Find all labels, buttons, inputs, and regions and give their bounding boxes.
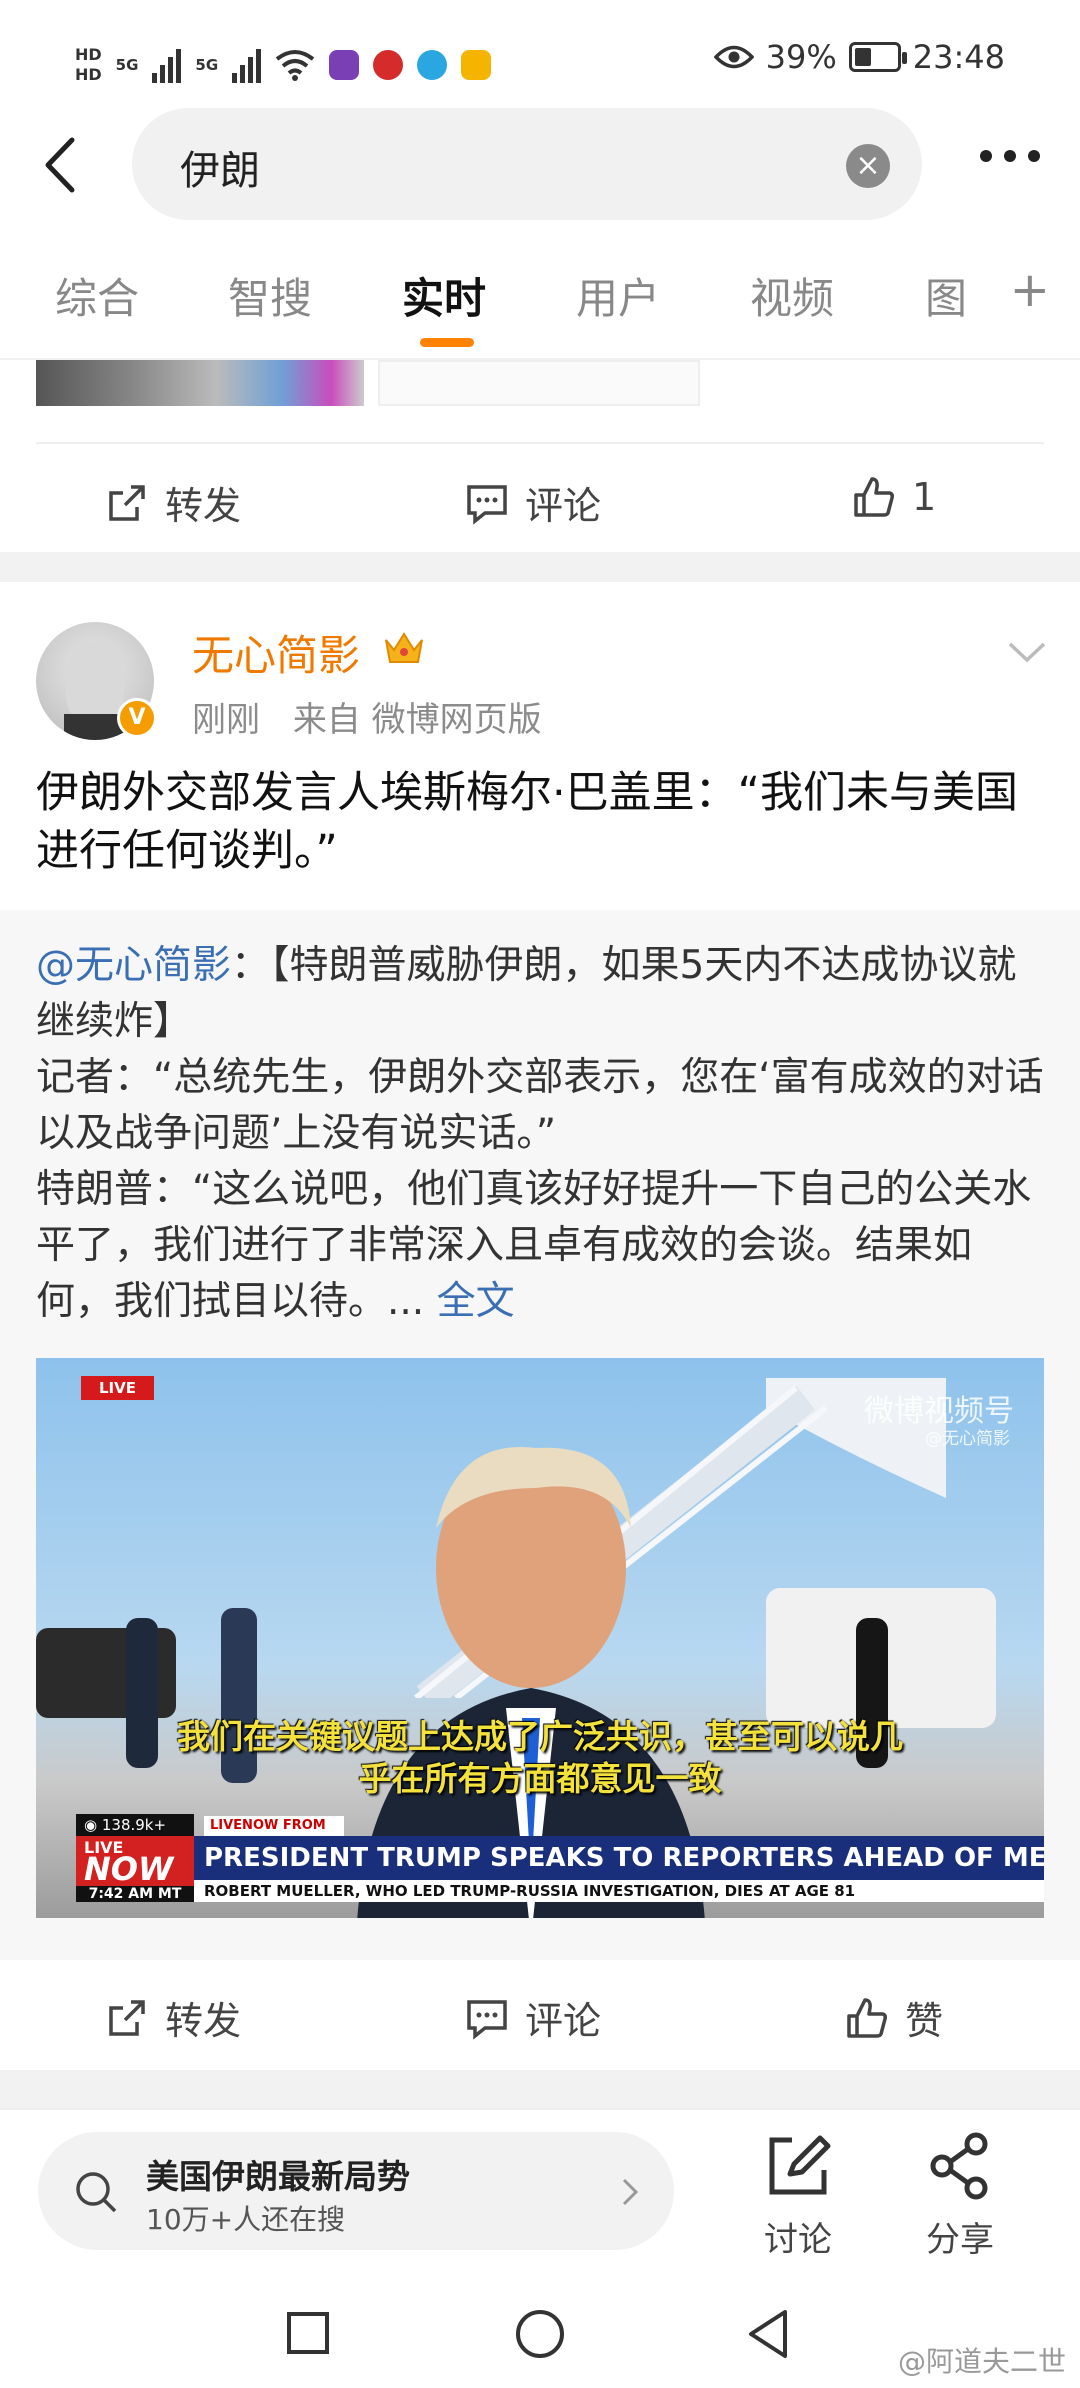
- verified-badge: V: [117, 698, 157, 738]
- recents-icon[interactable]: [285, 2310, 331, 2356]
- hot-search-title: 美国伊朗最新局势: [146, 2157, 410, 2196]
- post-source: 来自 微博网页版: [292, 700, 542, 740]
- quoted-post[interactable]: @无心简影：【特朗普威胁伊朗，如果5天内不达成协议就继续炸】 记者：“总统先生，…: [0, 910, 1080, 1960]
- repost-label: 转发: [165, 1999, 242, 2043]
- app-notification-icon: [329, 50, 360, 80]
- comment-label: 评论: [525, 1999, 602, 2043]
- search-input[interactable]: 伊朗 ×: [132, 108, 922, 220]
- bottom-bar: 美国伊朗最新局势 10万+人还在搜 讨论 分享: [0, 2108, 1080, 2278]
- tab-users[interactable]: 用户: [576, 265, 660, 326]
- live-now-now: NOW: [84, 1850, 174, 1888]
- discuss-label: 讨论: [764, 2220, 832, 2260]
- full-text-link[interactable]: 全文: [437, 1279, 515, 1324]
- watermark-credit: @阿道夫二世: [897, 2345, 1066, 2378]
- signal-icon: [232, 47, 262, 83]
- news-headline: PRESIDENT TRUMP SPEAKS TO REPORTERS AHEA…: [194, 1836, 1044, 1880]
- thumbs-up-icon: [854, 477, 894, 517]
- comment-label: 评论: [525, 484, 602, 528]
- video-player[interactable]: LIVE 微博视频号 @无心简影 我们在关键议题上达成了广泛共识，甚至可以说几 …: [36, 1358, 1044, 1918]
- battery-icon: [848, 42, 907, 72]
- comment-button[interactable]: 评论: [465, 475, 601, 530]
- video-subtitle-line2: 乎在所有方面都意见一致: [358, 1759, 722, 1798]
- comment-button[interactable]: 评论: [465, 1990, 601, 2045]
- search-query-text: 伊朗: [180, 148, 260, 194]
- repost-button[interactable]: 转发: [105, 1990, 241, 2045]
- tab-video[interactable]: 视频: [750, 265, 834, 326]
- weibo-notification-icon: [373, 50, 404, 80]
- share-label: 分享: [926, 2220, 994, 2260]
- view-count-value: 138.9k+: [101, 1816, 167, 1834]
- post-text: 伊朗外交部发言人埃斯梅尔·巴盖里：“我们未与美国进行任何谈判。”: [36, 768, 1018, 876]
- comment-icon: [467, 1999, 507, 2040]
- network-type-2: 5G: [195, 56, 219, 74]
- video-live-tag: LIVE: [81, 1376, 154, 1400]
- repost-icon: [109, 484, 145, 521]
- post-separator: [0, 552, 1080, 582]
- previous-post-card[interactable]: [378, 360, 700, 406]
- repost-button[interactable]: 转发: [105, 475, 241, 530]
- hd2-label: HD: [75, 65, 102, 84]
- post-time: 刚刚: [192, 700, 260, 740]
- thumbs-up-icon: [847, 1997, 887, 2038]
- news-ticker: ROBERT MUELLER, WHO LED TRUMP-RUSSIA INV…: [194, 1880, 1044, 1902]
- wifi-icon: [275, 50, 315, 81]
- tab-realtime[interactable]: 实时: [402, 265, 486, 326]
- post-separator: [0, 2070, 1080, 2108]
- chevron-right-icon: [622, 2178, 639, 2206]
- search-tabs: 综合 智搜 实时 用户 视频 图 +: [0, 250, 1080, 360]
- share-button[interactable]: 分享: [900, 2130, 1020, 2261]
- previous-post-actions: 转发 评论 1: [0, 445, 1080, 555]
- live-now-badge: LIVE NOW 7:42 AM MT: [76, 1836, 194, 1902]
- crown-icon: [385, 632, 423, 663]
- post-actions: 转发 评论 赞: [0, 1960, 1080, 2070]
- video-subtitle-line1: 我们在关键议题上达成了广泛共识，甚至可以说几: [177, 1717, 903, 1756]
- hd-indicator: HD HD: [75, 45, 102, 85]
- mention-link[interactable]: @无心简影: [36, 943, 231, 988]
- hot-search-subtitle: 10万+人还在搜: [146, 2203, 346, 2236]
- tab-images[interactable]: 图: [925, 265, 967, 326]
- like-button[interactable]: 1: [852, 475, 936, 519]
- quoted-post-text: @无心简影：【特朗普威胁伊朗，如果5天内不达成协议就继续炸】 记者：“总统先生，…: [36, 938, 1046, 1330]
- add-tab-icon[interactable]: +: [1010, 262, 1050, 318]
- hot-search-suggestion[interactable]: 美国伊朗最新局势 10万+人还在搜: [38, 2132, 674, 2250]
- network-type-1: 5G: [115, 56, 139, 74]
- repost-icon: [109, 1999, 145, 2036]
- quoted-post-body: ：【特朗普威胁伊朗，如果5天内不达成协议就继续炸】 记者：“总统先生，伊朗外交部…: [36, 943, 1044, 1324]
- active-tab-indicator: [420, 338, 474, 347]
- repost-label: 转发: [165, 484, 242, 528]
- video-watermark-handle: @无心简影: [925, 1429, 1010, 1449]
- qq-notification-icon: [417, 50, 448, 80]
- network-label: LIVENOW FROM FOX: [204, 1816, 344, 1853]
- clock: 23:48: [912, 38, 1005, 76]
- view-count: ◉ 138.9k+: [76, 1814, 194, 1836]
- tab-comprehensive[interactable]: 综合: [55, 265, 139, 326]
- broadcast-time: 7:42 AM MT: [76, 1886, 194, 1902]
- app-notification-icon: [461, 50, 492, 80]
- back-arrow-icon[interactable]: [40, 130, 90, 200]
- discuss-button[interactable]: 讨论: [738, 2130, 858, 2261]
- post-author-name[interactable]: 无心简影: [192, 622, 360, 683]
- eye-icon: [713, 45, 754, 69]
- search-icon: [76, 2172, 117, 2213]
- like-label: 赞: [905, 1999, 944, 2043]
- edit-icon: [769, 2135, 831, 2195]
- signal-icon: [152, 47, 182, 83]
- battery-percent: 39%: [765, 38, 837, 76]
- like-count: 1: [912, 475, 937, 519]
- like-button[interactable]: 赞: [845, 1990, 943, 2045]
- more-options-icon[interactable]: [980, 150, 1040, 162]
- back-icon[interactable]: [745, 2308, 791, 2360]
- post-meta: 刚刚 来自 微博网页版: [192, 692, 542, 741]
- home-icon[interactable]: [514, 2308, 566, 2360]
- comment-icon: [467, 484, 507, 525]
- news-lower-third: ◉ 138.9k+ LIVENOW FROM FOX LIVE NOW 7:42…: [76, 1814, 1044, 1904]
- chevron-down-icon[interactable]: [1006, 640, 1048, 666]
- clear-icon[interactable]: ×: [846, 144, 890, 188]
- previous-post-image[interactable]: [36, 360, 364, 406]
- tab-smart-search[interactable]: 智搜: [228, 265, 312, 326]
- hd1-label: HD: [75, 45, 102, 64]
- share-icon: [930, 2132, 988, 2200]
- divider: [36, 442, 1044, 444]
